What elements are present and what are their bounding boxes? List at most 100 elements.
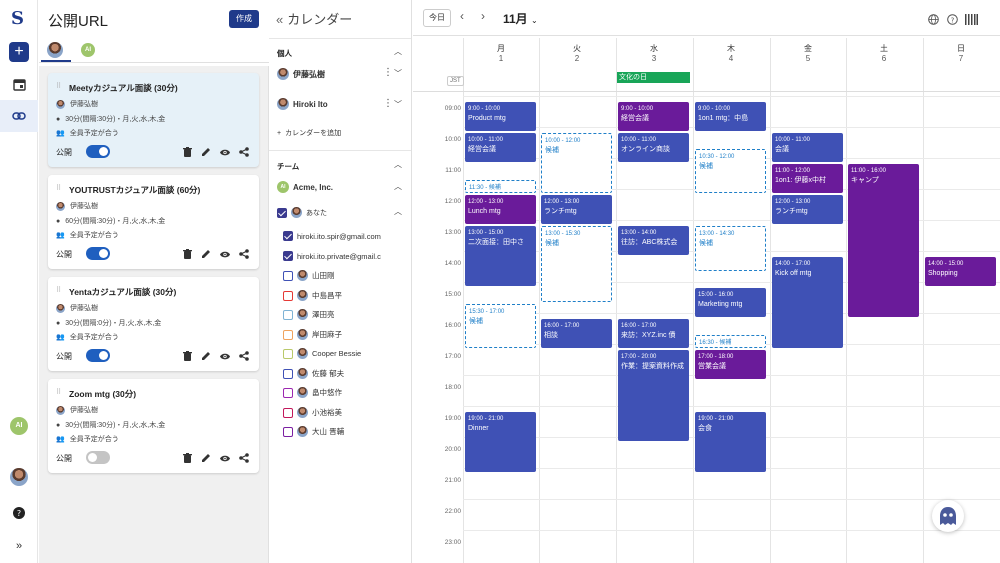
public-toggle[interactable] (86, 145, 110, 158)
chevron-down-icon[interactable]: ﹀ (394, 99, 402, 110)
member-checkbox[interactable] (283, 407, 293, 418)
member-checkbox[interactable] (283, 387, 293, 398)
member-checkbox[interactable] (283, 329, 293, 340)
calendar-event[interactable]: 11:00 - 12:00 1on1: 伊藤x中村 (772, 164, 843, 193)
candidate-slot[interactable]: 13:00 - 15:30 候補 (541, 226, 612, 302)
today-button[interactable]: 今日 (423, 9, 451, 27)
more-icon[interactable]: ⋮ (383, 98, 393, 109)
public-url-card[interactable]: ⠿ YOUTRUSTカジュアル面談 (60分) 伊藤弘樹 ● 60分(間隔:30分)・月… (48, 175, 259, 269)
calendar-event[interactable]: 10:00 - 11:00 会議 (772, 133, 843, 162)
chevron-up-icon[interactable]: ︿ (394, 46, 402, 57)
day-header[interactable]: 土6 (846, 43, 922, 63)
help-circle-icon[interactable]: ? (947, 12, 958, 30)
calendar-event[interactable]: 15:00 - 16:00 Marketing mtg (695, 288, 766, 317)
public-url-card[interactable]: ⠿ Zoom mtg (30分) 伊藤弘樹 ● 30分(間隔:30分)・月,火,水,木,… (48, 379, 259, 473)
chevron-up-icon[interactable]: ︿ (394, 181, 402, 192)
day-header[interactable]: 火2 (539, 43, 615, 63)
you-row[interactable]: あなた (277, 207, 327, 218)
chat-assistant-button[interactable] (932, 500, 964, 532)
calendar-event[interactable]: 10:00 - 11:00 経営会議 (465, 133, 536, 162)
member-checkbox[interactable] (283, 290, 293, 301)
chevron-up-icon[interactable]: ︿ (394, 206, 402, 217)
holiday-event[interactable]: 文化の日 (617, 72, 690, 83)
owner-tab-avatar[interactable] (47, 42, 63, 58)
calendar-event[interactable]: 12:00 - 13:00 Lunch mtg (465, 195, 536, 224)
calendar-event[interactable]: 12:00 - 13:00 ランチmtg (772, 195, 843, 224)
eye-icon[interactable] (220, 351, 230, 361)
day-header[interactable]: 日7 (923, 43, 999, 63)
calendar-event[interactable]: 9:00 - 10:00 1on1 mtg：中島 (695, 102, 766, 131)
calendar-event[interactable]: 9:00 - 10:00 Product mtg (465, 102, 536, 131)
public-url-card[interactable]: ⠿ Meetyカジュアル面談 (30分) 伊藤弘樹 ● 30分(間隔:30分)・月,火,… (48, 73, 259, 167)
edit-icon[interactable] (201, 453, 211, 463)
calendar-event[interactable]: 11:00 - 16:00 キャンプ (848, 164, 919, 317)
personal-calendar-2[interactable]: Hiroki Ito (277, 98, 328, 110)
calendar-event[interactable]: 17:00 - 18:00 営業会議 (695, 350, 766, 379)
public-url-card[interactable]: ⠿ Yentaカジュアル面談 (30分) 伊藤弘樹 ● 30分(間隔:0分)・月,火,水… (48, 277, 259, 371)
candidate-slot[interactable]: 13:00 - 14:30 候補 (695, 226, 766, 271)
member-checkbox[interactable] (283, 348, 293, 359)
prev-arrow-icon[interactable]: ‹ (460, 9, 464, 23)
chevron-down-icon[interactable]: ﹀ (394, 68, 402, 79)
public-toggle[interactable] (86, 349, 110, 362)
ai-tab-avatar[interactable]: AI (81, 43, 95, 57)
barcode-icon[interactable] (965, 12, 978, 30)
calendar-event[interactable]: 10:00 - 11:00 オンライン商談 (618, 133, 689, 162)
calendar-event[interactable]: 13:00 - 15:00 二次面接：田中さ (465, 226, 536, 286)
share-icon[interactable] (239, 453, 249, 463)
day-header[interactable]: 木4 (693, 43, 769, 63)
more-icon[interactable]: ⋮ (383, 67, 393, 78)
share-icon[interactable] (239, 351, 249, 361)
calendar-event[interactable]: 14:00 - 17:00 Kick off mtg (772, 257, 843, 348)
member-calendar-row[interactable]: 小池裕美 (283, 407, 342, 418)
member-calendar-row[interactable]: 大山 晋輔 (283, 426, 344, 437)
day-header[interactable]: 水3 (616, 43, 692, 63)
add-calendar-button[interactable]: + カレンダーを追加 (277, 128, 341, 138)
user-avatar[interactable] (9, 467, 29, 487)
create-button[interactable]: 作成 (229, 10, 259, 28)
member-calendar-row[interactable]: Cooper Bessie (283, 348, 361, 359)
next-arrow-icon[interactable]: › (481, 9, 485, 23)
drag-handle-icon[interactable]: ⠿ (56, 286, 61, 294)
calendar-event[interactable]: 19:00 - 21:00 会食 (695, 412, 766, 472)
team-row[interactable]: AI Acme, Inc. (277, 181, 333, 193)
calendar-event[interactable]: 13:00 - 14:00 往訪：ABC株式会 (618, 226, 689, 255)
ai-avatar[interactable]: AI (9, 416, 29, 436)
candidate-slot[interactable]: 15:30 - 17:00 候補 (465, 303, 536, 348)
member-calendar-row[interactable]: 澤田亮 (283, 309, 335, 320)
candidate-slot[interactable]: 11:30 - 候補 (465, 179, 536, 193)
calendar-event[interactable]: 16:00 - 17:00 相談 (541, 319, 612, 348)
member-calendar-row[interactable]: 佐藤 郁夫 (283, 368, 344, 379)
member-calendar-row[interactable]: hiroki.ito.spir@gmail.com (283, 231, 381, 241)
public-toggle[interactable] (86, 247, 110, 260)
calendar-event[interactable]: 12:00 - 13:00 ランチmtg (541, 195, 612, 224)
month-selector[interactable]: 11月 ⌄ (503, 10, 538, 27)
public-toggle[interactable] (86, 451, 110, 464)
drag-handle-icon[interactable]: ⠿ (56, 82, 61, 90)
new-button[interactable]: + (9, 42, 29, 62)
chevron-up-icon[interactable]: ︿ (394, 159, 402, 170)
collapse-icon[interactable]: « (276, 12, 283, 27)
member-checkbox[interactable] (283, 368, 293, 379)
calendar-event[interactable]: 16:00 - 17:00 来訪：XYZ.inc 債 (618, 319, 689, 348)
candidate-slot[interactable]: 10:30 - 12:00 候補 (695, 148, 766, 193)
eye-icon[interactable] (220, 249, 230, 259)
calendar-event[interactable]: 19:00 - 21:00 Dinner (465, 412, 536, 472)
globe-icon[interactable] (928, 12, 939, 30)
drag-handle-icon[interactable]: ⠿ (56, 184, 61, 192)
eye-icon[interactable] (220, 147, 230, 157)
member-checkbox[interactable] (283, 270, 293, 281)
candidate-slot[interactable]: 16:30 - 候補 (695, 334, 766, 348)
trash-icon[interactable] (182, 147, 192, 157)
edit-icon[interactable] (201, 351, 211, 361)
share-icon[interactable] (239, 249, 249, 259)
calendar-event[interactable]: 17:00 - 20:00 作業：提案資料作成 (618, 350, 689, 441)
calendar-event[interactable]: 14:00 - 15:00 Shopping (925, 257, 996, 286)
member-checkbox[interactable] (283, 231, 293, 241)
expand-icon[interactable]: » (9, 536, 29, 556)
edit-icon[interactable] (201, 249, 211, 259)
member-checkbox[interactable] (283, 309, 293, 320)
trash-icon[interactable] (182, 249, 192, 259)
help-icon[interactable]: ? (9, 503, 29, 523)
link-icon[interactable] (9, 106, 29, 126)
